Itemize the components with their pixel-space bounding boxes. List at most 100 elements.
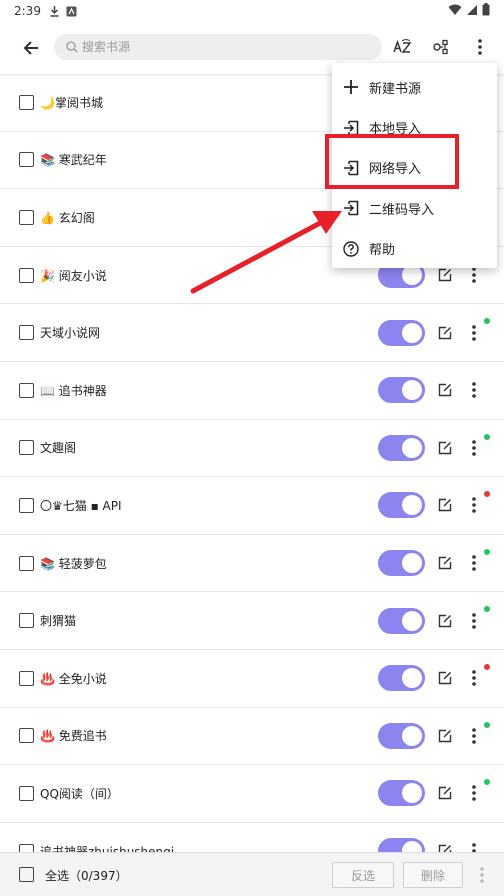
more-vert-icon (478, 39, 482, 55)
search-icon (66, 41, 78, 53)
app-notification-icon (66, 6, 77, 17)
more-vert-icon[interactable] (466, 493, 482, 517)
source-name: 〇♛七猫 ▪ API (40, 498, 122, 513)
source-checkbox[interactable] (19, 670, 34, 686)
signal-icon (466, 4, 478, 19)
arrow-back-icon (23, 41, 38, 55)
status-dot (484, 433, 490, 440)
back-button[interactable] (11, 28, 51, 68)
source-checkbox[interactable] (19, 785, 34, 801)
source-enable-toggle[interactable] (378, 607, 425, 634)
source-checkbox[interactable] (19, 497, 34, 513)
menu-item-qr-import[interactable]: 二维码导入 (332, 188, 497, 228)
more-vert-icon[interactable] (466, 378, 482, 402)
source-checkbox[interactable] (19, 555, 34, 571)
bottom-action-bar: 全选（0/397） 反选 删除 (0, 852, 504, 896)
source-name: 🌙掌阅书城 (40, 95, 103, 110)
edit-icon[interactable] (437, 785, 453, 801)
download-icon (49, 5, 60, 17)
source-enable-toggle[interactable] (378, 665, 425, 692)
source-row[interactable]: 〇♛七猫 ▪ API (0, 477, 504, 535)
source-checkbox[interactable] (19, 267, 34, 283)
source-row[interactable]: 刺猬猫 (0, 592, 504, 650)
bottom-more-button[interactable] (474, 863, 490, 887)
source-name: ♨️ 免费追书 (40, 729, 107, 744)
toggle-knob (402, 322, 422, 343)
more-vert-icon (480, 867, 484, 883)
source-enable-toggle[interactable] (378, 722, 425, 749)
edit-icon[interactable] (437, 728, 453, 744)
sort-az-button[interactable] (389, 34, 417, 60)
edit-icon[interactable] (437, 497, 453, 513)
source-enable-toggle[interactable] (378, 492, 425, 519)
source-enable-toggle[interactable] (378, 377, 425, 404)
toggle-knob (402, 437, 422, 458)
edit-icon[interactable] (437, 555, 453, 571)
edit-icon[interactable] (437, 382, 453, 398)
source-checkbox[interactable] (19, 209, 34, 225)
source-enable-toggle[interactable] (378, 319, 425, 346)
wifi-icon (448, 4, 462, 19)
source-checkbox[interactable] (19, 382, 34, 398)
source-row[interactable]: 天域小说网 (0, 304, 504, 362)
select-all-label: 全选（0/397） (45, 869, 128, 883)
highlight-box (325, 134, 459, 189)
source-checkbox[interactable] (19, 440, 34, 456)
source-row[interactable]: 📚 轻菠萝包 (0, 535, 504, 593)
more-vert-icon[interactable] (466, 321, 482, 345)
overflow-menu-button[interactable] (466, 34, 494, 60)
more-vert-icon[interactable] (466, 436, 482, 460)
source-checkbox[interactable] (19, 325, 34, 341)
source-row[interactable]: QQ阅读（间） (0, 765, 504, 823)
toggle-knob (402, 380, 422, 401)
edit-icon[interactable] (437, 267, 453, 283)
more-vert-icon[interactable] (466, 666, 482, 690)
toggle-knob (402, 783, 422, 804)
menu-item-help[interactable]: 帮助 (332, 229, 497, 269)
invert-selection-button[interactable]: 反选 (332, 862, 394, 888)
toggle-knob (402, 553, 422, 574)
edit-icon[interactable] (437, 613, 453, 629)
status-dot (484, 318, 490, 325)
source-name: 刺猬猫 (40, 614, 77, 629)
delete-button[interactable]: 删除 (403, 862, 463, 888)
search-bar[interactable] (54, 34, 382, 60)
more-vert-icon[interactable] (466, 609, 482, 633)
menu-item-label: 二维码导入 (369, 202, 435, 218)
source-row[interactable]: ♨️ 免费追书 (0, 708, 504, 766)
toggle-knob (402, 668, 422, 689)
edit-icon[interactable] (437, 440, 453, 456)
select-all-checkbox[interactable] (19, 867, 34, 882)
source-enable-toggle[interactable] (378, 780, 425, 807)
more-vert-icon[interactable] (466, 724, 482, 748)
source-name: 🎉 阅友小说 (40, 268, 107, 283)
more-vert-icon[interactable] (466, 781, 482, 805)
sort-az-icon (393, 39, 412, 53)
source-name: 📚 轻菠萝包 (40, 556, 107, 571)
source-checkbox[interactable] (19, 152, 34, 168)
edit-icon[interactable] (437, 325, 453, 341)
group-button[interactable] (429, 34, 457, 60)
plus-icon (342, 78, 360, 96)
edit-icon[interactable] (437, 670, 453, 686)
menu-item-new-source[interactable]: 新建书源 (332, 67, 497, 107)
source-enable-toggle[interactable] (378, 434, 425, 461)
source-name: 📖 追书神器 (40, 383, 107, 398)
source-name: 👍 玄幻阁 (40, 210, 95, 225)
source-enable-toggle[interactable] (378, 550, 425, 577)
source-row[interactable]: 📖 追书神器 (0, 362, 504, 420)
source-checkbox[interactable] (19, 613, 34, 629)
status-dot (484, 491, 490, 498)
qr-icon (342, 199, 360, 217)
toggle-knob (402, 725, 422, 746)
menu-item-label: 帮助 (369, 243, 396, 259)
source-row[interactable]: 文趣阁 (0, 420, 504, 478)
source-checkbox[interactable] (19, 728, 34, 744)
search-input[interactable] (82, 40, 362, 54)
source-checkbox[interactable] (19, 94, 34, 110)
more-vert-icon[interactable] (466, 551, 482, 575)
source-row[interactable]: ♨️ 全免小说 (0, 650, 504, 708)
status-time: 2:39 (14, 4, 41, 18)
toggle-knob (402, 610, 422, 631)
toggle-knob (402, 495, 422, 516)
